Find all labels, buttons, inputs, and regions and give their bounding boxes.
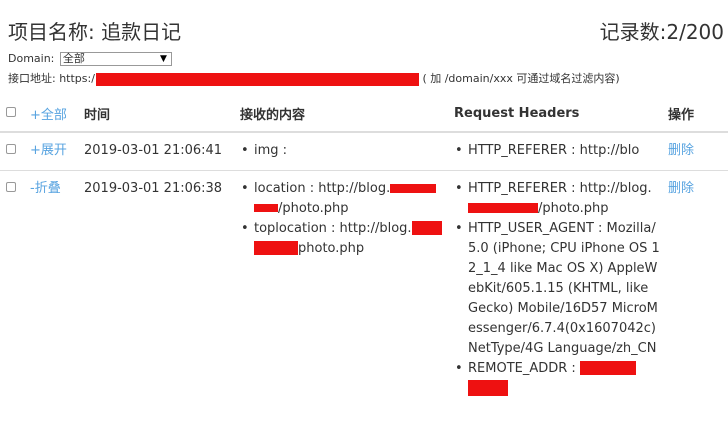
location-text: location : http://blog. xyxy=(254,180,391,196)
domain-select[interactable]: 全部 ▼ xyxy=(59,52,172,66)
table-header-row: +全部 时间 接收的内容 Request Headers 操作 xyxy=(0,96,728,133)
row-toggle-cell: +展开 xyxy=(26,131,80,170)
row-received: img : xyxy=(236,131,450,170)
expand-link[interactable]: +展开 xyxy=(30,143,67,158)
page-title: 项目名称: 追款日记 xyxy=(8,20,182,44)
header-item: HTTP_REFERER : http://blo xyxy=(454,141,660,161)
column-header-request-headers: Request Headers xyxy=(450,96,664,133)
record-count: 记录数:2/200 xyxy=(599,20,724,44)
records-table: +全部 时间 接收的内容 Request Headers 操作 +展开 2019… xyxy=(0,96,728,407)
header-item-remote-addr: REMOTE_ADDR : xyxy=(454,359,660,399)
row-headers: HTTP_REFERER : http://blo xyxy=(450,131,664,170)
redaction-bar xyxy=(468,380,508,396)
received-item: img : xyxy=(240,141,446,161)
domain-filter: Domain: 全部 ▼ xyxy=(8,52,172,66)
row-checkbox[interactable] xyxy=(6,144,16,154)
redaction-bar xyxy=(254,204,278,212)
column-header-actions: 操作 xyxy=(664,96,728,133)
api-address: 接口地址: https:/ ( 加 /domain/xxx 可通过域名过滤内容) xyxy=(8,70,620,86)
select-all-cell xyxy=(0,96,26,133)
redaction-bar xyxy=(468,203,538,213)
remote-addr-text: REMOTE_ADDR : xyxy=(468,360,576,376)
header-item-user-agent: HTTP_USER_AGENT : Mozilla/5.0 (iPhone; C… xyxy=(454,219,660,359)
toplocation-suffix: photo.php xyxy=(298,240,365,256)
redaction-bar xyxy=(95,72,419,86)
referer-text: HTTP_REFERER : http://blog. xyxy=(468,180,652,196)
location-suffix: /photo.php xyxy=(278,200,349,216)
column-header-time: 时间 xyxy=(80,96,236,133)
row-checkbox-cell xyxy=(0,131,26,170)
domain-select-value: 全部 xyxy=(62,52,85,65)
domain-label: Domain: xyxy=(8,52,55,65)
column-header-received: 接收的内容 xyxy=(236,96,450,133)
select-all-checkbox[interactable] xyxy=(6,107,16,117)
toplocation-text: toplocation : http://blog. xyxy=(254,220,412,236)
table-row: +展开 2019-03-01 21:06:41 img : HTTP_REFER… xyxy=(0,131,728,170)
row-actions: 删除 xyxy=(664,169,728,407)
redaction-bar xyxy=(579,361,636,375)
header-item-referer: HTTP_REFERER : http://blog. /photo.php xyxy=(454,179,660,219)
redaction-bar xyxy=(390,183,437,193)
toggle-all-cell: +全部 xyxy=(26,96,80,133)
row-actions: 删除 xyxy=(664,131,728,170)
api-label: 接口地址: https:/ xyxy=(8,72,95,85)
row-checkbox-cell xyxy=(0,169,26,407)
redaction-bar xyxy=(411,221,442,235)
received-item-toplocation: toplocation : http://blog. photo.php xyxy=(240,219,446,259)
page-header: 项目名称: 追款日记 记录数:2/200 xyxy=(8,16,724,46)
table-row: -折叠 2019-03-01 21:06:38 location : http:… xyxy=(0,169,728,407)
row-headers: HTTP_REFERER : http://blog. /photo.php HT… xyxy=(450,169,664,407)
api-hint: ( 加 /domain/xxx 可通过域名过滤内容) xyxy=(422,72,620,85)
row-time: 2019-03-01 21:06:41 xyxy=(80,131,236,170)
collapse-link[interactable]: -折叠 xyxy=(30,181,61,196)
row-toggle-cell: -折叠 xyxy=(26,169,80,407)
chevron-down-icon: ▼ xyxy=(159,54,167,64)
redaction-bar xyxy=(254,241,298,255)
toggle-all-link[interactable]: +全部 xyxy=(30,108,67,123)
received-item-location: location : http://blog. /photo.php xyxy=(240,179,446,219)
referer-suffix: /photo.php xyxy=(538,200,609,216)
row-time: 2019-03-01 21:06:38 xyxy=(80,169,236,407)
row-checkbox[interactable] xyxy=(6,181,16,192)
row-received: location : http://blog. /photo.php toplo… xyxy=(236,169,450,407)
delete-link[interactable]: 删除 xyxy=(668,143,694,158)
delete-link[interactable]: 删除 xyxy=(668,181,694,196)
